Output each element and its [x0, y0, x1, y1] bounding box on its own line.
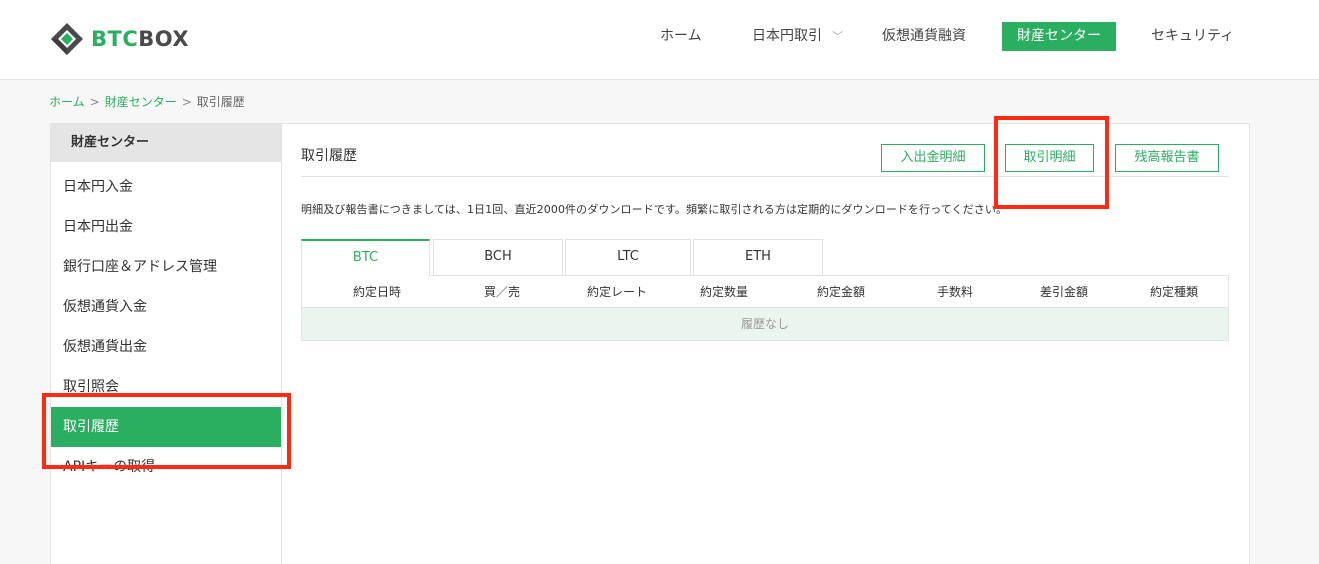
main-content: 取引履歴 入出金明細 取引明細 残高報告書 明細及び報告書につきましては、1日1… [301, 124, 1231, 564]
trade-history-table: 約定日時 買／売 約定レート 約定数量 約定金額 手数料 差引金額 約定種類 履… [301, 275, 1229, 341]
column-header: 差引金額 [1039, 285, 1088, 299]
nav-home[interactable]: ホーム [660, 22, 702, 50]
nav-jpy-trade[interactable]: 日本円取引 ﹀ [752, 22, 843, 50]
column-header: 手数料 [936, 285, 973, 299]
breadcrumb-asset-center[interactable]: 財産センター [105, 95, 177, 109]
chevron-down-icon: ﹀ [832, 30, 843, 43]
logo-text-btc: BTC [91, 27, 139, 51]
sidebar-item-jpy-deposit[interactable]: 日本円入金 [51, 167, 281, 207]
table-header: 約定日時 買／売 約定レート 約定数量 約定金額 手数料 差引金額 約定種類 [302, 276, 1228, 308]
breadcrumb-home[interactable]: ホーム [49, 95, 85, 109]
column-header: 約定金額 [816, 285, 865, 299]
column-header: 約定種類 [1149, 285, 1198, 299]
sidebar-item-crypto-deposit[interactable]: 仮想通貨入金 [51, 287, 281, 327]
asset-center-panel: 財産センター 日本円入金 日本円出金 銀行口座＆アドレス管理 仮想通貨入金 仮想… [50, 123, 1250, 564]
sidebar-item-jpy-withdraw[interactable]: 日本円出金 [51, 207, 281, 247]
page-title: 取引履歴 [301, 148, 357, 164]
site-header: BTCBOX ホーム 日本円取引 ﹀ 仮想通貨融資 財産センター セキュリティ [0, 0, 1319, 80]
breadcrumb-separator: > [89, 95, 100, 109]
empty-history-row: 履歴なし [302, 308, 1228, 340]
tab-eth[interactable]: ETH [693, 239, 823, 275]
trade-statement-button[interactable]: 取引明細 [1005, 144, 1094, 172]
breadcrumb-separator: > [181, 95, 192, 109]
column-header: 買／売 [483, 285, 520, 299]
sidebar-heading: 財産センター [51, 124, 281, 162]
tab-bch[interactable]: BCH [433, 239, 563, 275]
diamond-logo-icon [51, 23, 83, 55]
sidebar-item-trade-inquiry[interactable]: 取引照会 [51, 367, 281, 407]
download-notice: 明細及び報告書につきましては、1日1回、直近2000件のダウンロードです。頻繁に… [301, 203, 1008, 216]
breadcrumb-current: 取引履歴 [196, 95, 245, 109]
nav-security[interactable]: セキュリティ [1151, 22, 1234, 50]
sidebar-item-trade-history[interactable]: 取引履歴 [51, 407, 281, 447]
logo-text-box: BOX [138, 27, 190, 51]
breadcrumb: ホーム > 財産センター > 取引履歴 [49, 93, 245, 110]
divider [301, 176, 1229, 177]
nav-crypto-loan[interactable]: 仮想通貨融資 [882, 22, 966, 50]
tab-btc[interactable]: BTC [301, 239, 430, 276]
tab-ltc[interactable]: LTC [565, 239, 691, 275]
sidebar: 財産センター 日本円入金 日本円出金 銀行口座＆アドレス管理 仮想通貨入金 仮想… [51, 124, 282, 564]
column-header: 約定数量 [699, 285, 748, 299]
nav-jpy-trade-label: 日本円取引 [752, 28, 822, 44]
sidebar-item-bank-address[interactable]: 銀行口座＆アドレス管理 [51, 247, 281, 287]
sidebar-item-api-key[interactable]: APIキーの取得 [51, 447, 281, 487]
nav-asset-center[interactable]: 財産センター [1002, 22, 1116, 51]
column-header: 約定日時 [352, 285, 401, 299]
btcbox-logo[interactable]: BTCBOX [49, 21, 189, 57]
column-header: 約定レート [586, 285, 647, 299]
deposit-statement-button[interactable]: 入出金明細 [881, 144, 985, 172]
balance-report-button[interactable]: 残高報告書 [1115, 144, 1219, 172]
sidebar-item-crypto-withdraw[interactable]: 仮想通貨出金 [51, 327, 281, 367]
